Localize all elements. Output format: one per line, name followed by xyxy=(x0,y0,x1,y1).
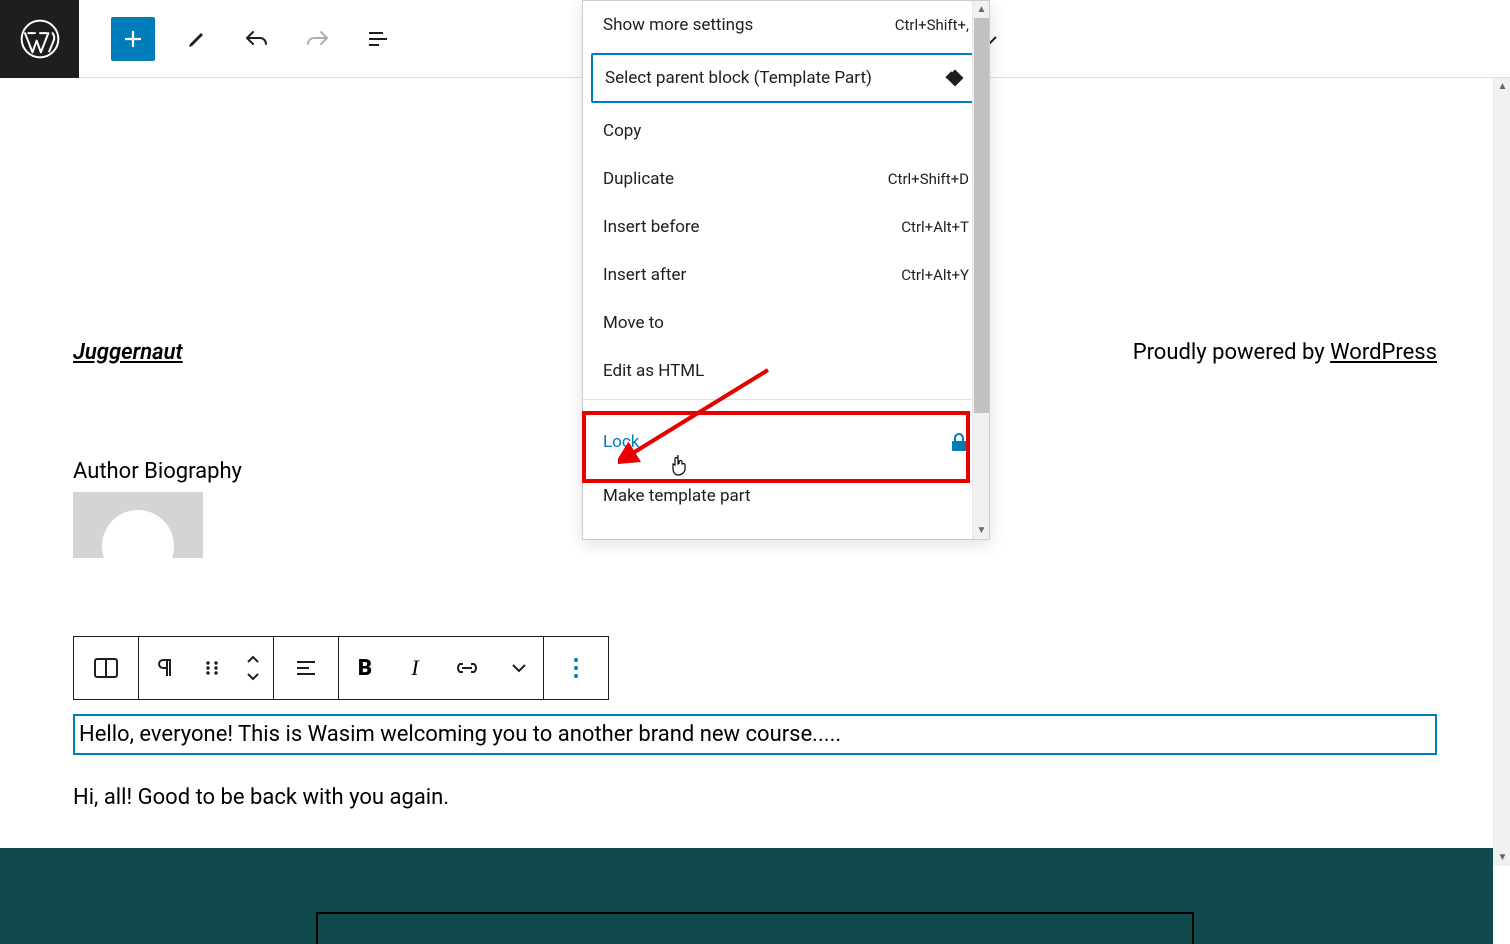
menu-label: Edit as HTML xyxy=(603,361,704,381)
italic-button[interactable]: I xyxy=(391,637,439,699)
plus-icon xyxy=(121,27,145,51)
bold-icon: B xyxy=(358,656,372,681)
selected-paragraph-block[interactable]: Hello, everyone! This is Wasim welcoming… xyxy=(73,714,1437,755)
chevron-down-icon xyxy=(511,661,527,675)
paragraph-type-button[interactable] xyxy=(139,637,191,699)
pilcrow-icon xyxy=(153,656,177,680)
more-rich-text-button[interactable] xyxy=(495,637,543,699)
menu-duplicate[interactable]: Duplicate Ctrl+Shift+D xyxy=(583,155,989,203)
menu-shortcut: Ctrl+Alt+Y xyxy=(901,266,969,284)
undo-icon xyxy=(244,27,270,51)
menu-shortcut: Ctrl+Alt+T xyxy=(901,218,969,236)
block-type-button[interactable] xyxy=(74,637,138,699)
menu-insert-before[interactable]: Insert before Ctrl+Alt+T xyxy=(583,203,989,251)
scroll-up-arrow-icon[interactable]: ▲ xyxy=(1494,78,1510,95)
menu-lock[interactable]: Lock xyxy=(583,418,989,466)
menu-label: Duplicate xyxy=(603,169,674,189)
bold-button[interactable]: B xyxy=(339,637,391,699)
menu-shortcut: Ctrl+Shift+D xyxy=(888,170,969,188)
menu-label: Select parent block (Template Part) xyxy=(605,68,872,88)
powered-by-text: Proudly powered by WordPress xyxy=(1133,340,1437,365)
block-more-options-button[interactable] xyxy=(544,637,608,699)
author-avatar-placeholder[interactable] xyxy=(73,492,203,558)
redo-button[interactable] xyxy=(299,21,335,57)
list-view-button[interactable] xyxy=(359,21,395,57)
wordpress-link[interactable]: WordPress xyxy=(1330,340,1437,365)
menu-edit-as-html[interactable]: Edit as HTML xyxy=(583,347,989,395)
footer-inner-block[interactable] xyxy=(316,912,1194,944)
scrollbar-thumb[interactable] xyxy=(974,18,989,413)
pencil-icon xyxy=(185,27,209,51)
block-toolbar: B I xyxy=(73,636,609,700)
drag-handle-icon xyxy=(203,659,221,677)
menu-show-more-settings[interactable]: Show more settings Ctrl+Shift+, xyxy=(583,1,989,49)
block-options-menu: Show more settings Ctrl+Shift+, Select p… xyxy=(582,0,990,540)
menu-label: Move to xyxy=(603,313,664,333)
menu-move-to[interactable]: Move to xyxy=(583,299,989,347)
drag-handle-button[interactable] xyxy=(191,637,233,699)
link-button[interactable] xyxy=(439,637,495,699)
edit-tool-button[interactable] xyxy=(179,21,215,57)
undo-button[interactable] xyxy=(239,21,275,57)
lock-icon xyxy=(949,432,969,452)
menu-copy[interactable]: Copy xyxy=(583,107,989,155)
menu-insert-after[interactable]: Insert after Ctrl+Alt+Y xyxy=(583,251,989,299)
menu-label: Make template part xyxy=(603,486,751,506)
wordpress-logo[interactable] xyxy=(0,0,79,78)
align-left-icon xyxy=(294,656,318,680)
menu-shortcut: Ctrl+Shift+, xyxy=(895,16,969,34)
columns-icon xyxy=(92,654,120,682)
scroll-up-arrow-icon[interactable]: ▲ xyxy=(973,1,989,18)
move-block-buttons[interactable] xyxy=(233,637,273,699)
move-down-icon[interactable] xyxy=(233,668,273,686)
menu-label: Show more settings xyxy=(603,15,753,35)
kebab-icon xyxy=(573,657,579,679)
powered-by-prefix: Proudly powered by xyxy=(1133,340,1330,365)
menu-label: Lock xyxy=(603,432,639,452)
menu-label: Insert before xyxy=(603,217,700,237)
template-part-icon xyxy=(943,66,967,90)
menu-select-parent-block[interactable]: Select parent block (Template Part) xyxy=(591,53,981,103)
site-title-link[interactable]: Juggernaut xyxy=(73,340,183,365)
page-scrollbar[interactable]: ▲ ▼ xyxy=(1493,78,1510,866)
scroll-down-arrow-icon[interactable]: ▼ xyxy=(973,522,989,539)
menu-make-template-part[interactable]: Make template part xyxy=(583,472,989,520)
menu-label: Copy xyxy=(603,121,641,141)
author-bio-heading: Author Biography xyxy=(73,459,242,484)
scroll-down-arrow-icon[interactable]: ▼ xyxy=(1494,849,1510,866)
menu-separator xyxy=(583,399,989,400)
menu-scrollbar[interactable]: ▲ ▼ xyxy=(972,1,989,539)
wordpress-icon xyxy=(20,19,60,59)
align-button[interactable] xyxy=(274,637,338,699)
list-view-icon xyxy=(365,27,389,51)
redo-icon xyxy=(304,27,330,51)
move-up-icon[interactable] xyxy=(233,650,273,668)
paragraph-block[interactable]: Hi, all! Good to be back with you again. xyxy=(73,785,449,810)
menu-label: Insert after xyxy=(603,265,686,285)
italic-icon: I xyxy=(411,655,418,681)
link-icon xyxy=(454,659,480,677)
add-block-button[interactable] xyxy=(111,17,155,61)
